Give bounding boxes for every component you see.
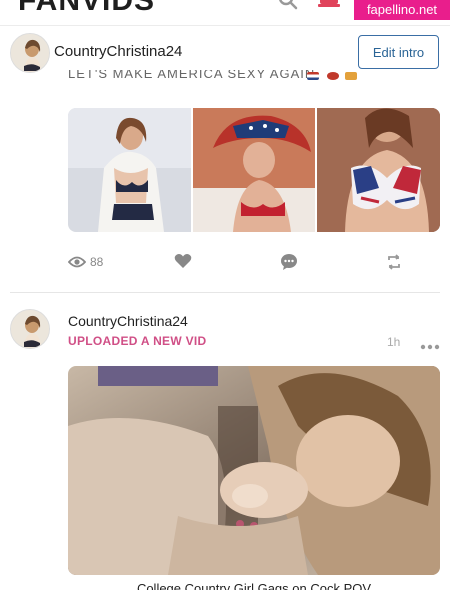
watermark: fapellino.net (354, 0, 450, 20)
avatar[interactable] (10, 33, 50, 73)
post-divider (10, 292, 440, 293)
bell-icon[interactable] (318, 0, 340, 8)
video-title[interactable]: College Country Girl Gags on Cock POV (68, 582, 440, 590)
eye-icon (68, 256, 86, 268)
comment-icon[interactable] (280, 253, 298, 271)
post-author[interactable]: CountryChristina24 (68, 313, 188, 329)
gallery-photo-3[interactable] (317, 108, 440, 232)
post-text: LET'S MAKE AMERICA SEXY AGAIN (68, 70, 316, 81)
post-action-label: UPLOADED A NEW VID (68, 334, 207, 348)
heart-emoji-icon (327, 72, 339, 80)
brand-logo[interactable]: FANVIDS (18, 0, 155, 18)
gallery-photo-1[interactable] (68, 108, 191, 232)
profile-name[interactable]: CountryChristina24 (54, 43, 182, 60)
more-dots-icon[interactable] (420, 344, 440, 350)
post-header: CountryChristina24 UPLOADED A NEW VID 1h (0, 305, 450, 357)
flag-emoji-icon (307, 72, 319, 80)
gallery-photo-2[interactable] (192, 108, 316, 232)
video-thumbnail[interactable] (68, 366, 440, 575)
views-count: 88 (90, 255, 104, 269)
search-icon[interactable] (278, 0, 298, 10)
top-bar: FANVIDS fapellino.net (0, 0, 450, 26)
post-timestamp: 1h (387, 335, 401, 349)
hat-emoji-icon (345, 72, 357, 80)
post-actions: 88 (68, 251, 440, 273)
heart-icon[interactable] (174, 253, 192, 269)
avatar[interactable] (10, 309, 50, 349)
edit-intro-button[interactable]: Edit intro (358, 35, 439, 69)
repost-icon[interactable] (386, 254, 402, 270)
photo-gallery[interactable] (68, 108, 440, 232)
